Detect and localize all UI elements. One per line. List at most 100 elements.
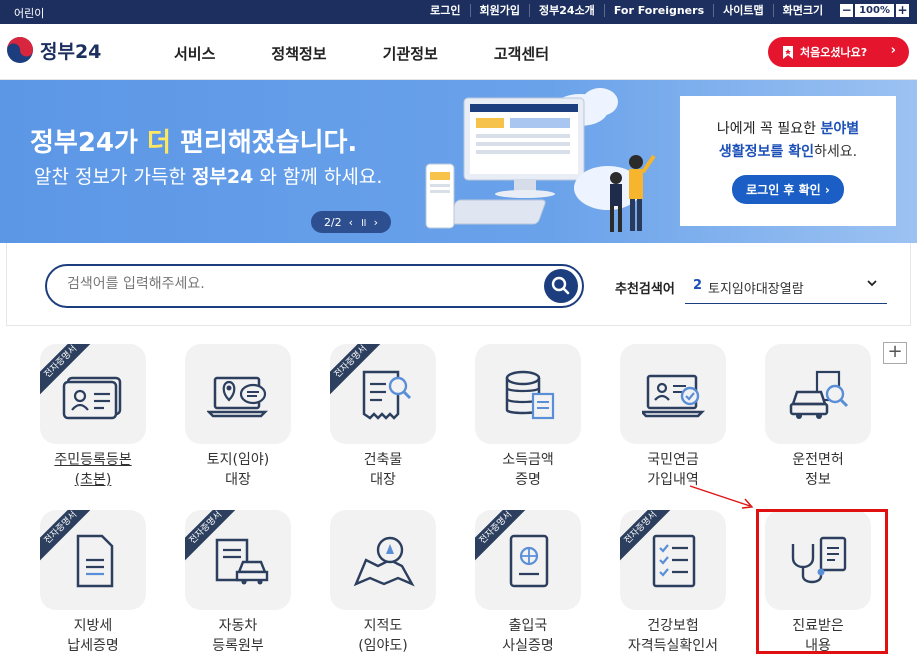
service-label-line2: 납세증명 [67,638,119,654]
zoom-value: 100% [855,4,894,17]
pager-next-button[interactable]: › [374,216,378,229]
kids-link[interactable]: 어린이 [14,5,44,21]
service-label-line1: 소득금액 [502,452,554,468]
pager-pause-button[interactable]: ॥ [360,215,367,230]
promo-line1: 나에게 꼭 필요한 분야별 [680,118,896,138]
signup-link[interactable]: 회원가입 [469,4,529,17]
main-nav: 서비스 정책정보 기관정보 고객센터 [174,43,605,64]
first-visit-label: 처음오셨나요? [800,46,868,59]
login-check-label: 로그인 후 확인 [746,183,821,197]
service-tile: 전자증명서 [40,344,146,444]
service-label-line2: 사실증명 [502,638,554,654]
service-label-line2: (임야도) [358,638,408,654]
service-tile [475,344,581,444]
chevron-down-icon [867,280,877,287]
nav-services[interactable]: 서비스 [174,43,215,64]
recommend-dropdown[interactable]: 2 토지임야대장열람 [685,268,887,304]
hero-banner: 정부24가 더 편리해졌습니다. 알찬 정보가 가득한 정부24 와 함께 하세… [0,80,917,243]
recommend-label: 추천검색어 [615,282,675,297]
subtitle-part: 알찬 정보가 가득한 [34,166,192,188]
service-tile: 전자증명서 [40,510,146,610]
promo-text: 나에게 꼭 필요한 [716,121,821,137]
service-label-line2: 대장 [370,472,396,488]
service-label-line1: 국민연금 [647,452,699,468]
promo-text: 하세요. [813,144,858,160]
service-tile: 전자증명서 [620,510,726,610]
laptop-location-icon [207,376,269,418]
pager-count: 2/2 [323,215,342,229]
service-label-line1: 토지(임야) [206,452,270,468]
service-label-line1: 건강보험 [647,618,699,634]
coins-document-icon [505,370,555,420]
promo-bold: 생활정보를 확인 [718,144,814,160]
chevron-right-icon: › [890,43,896,58]
document-icon [76,534,114,588]
banner-subtitle: 알찬 정보가 가득한 정부24 와 함께 하세요. [34,162,382,189]
chevron-right-icon: › [824,183,830,197]
zoom-out-button[interactable]: − [840,4,854,17]
service-label-line1: 지적도 [363,618,403,634]
service-tile: 전자증명서 [475,510,581,610]
service-tile [620,344,726,444]
logo-text: 정부24 [40,40,102,63]
login-link[interactable]: 로그인 [421,4,469,17]
first-visit-button[interactable]: 처음오셨나요? › [768,37,909,67]
headline-part: 정부24가 [30,128,147,158]
service-label: 건축물 대장 [318,450,448,490]
service-label-line1: 주민등록등본 [54,452,132,468]
service-tile: 전자증명서 [330,344,436,444]
service-tile [765,344,871,444]
map-compass-icon [353,536,415,587]
document-search-icon [362,370,412,420]
service-label-line1: 지방세 [73,618,113,634]
login-check-button[interactable]: 로그인 후 확인 › [732,175,844,204]
id-card-icon [62,376,122,420]
utility-bar: 어린이 로그인 회원가입 정부24소개 For Foreigners 사이트맵 … [0,0,917,24]
service-label: 운전면허 정보 [753,450,883,490]
service-label-line2: 증명 [515,472,541,488]
main-header: 정부24 서비스 정책정보 기관정보 고객센터 처음오셨나요? › [0,24,917,80]
banner-pager: 2/2 ‹ ॥ › [311,211,391,233]
foreigners-link[interactable]: For Foreigners [603,4,713,17]
service-label: 자동차 등록원부 [173,616,303,656]
subtitle-part: 와 함께 하세요. [253,166,383,188]
checklist-icon [652,534,696,588]
service-label: 출입국 사실증명 [463,616,593,656]
search-panel: 추천검색어 2 토지임야대장열람 [6,243,911,326]
service-label-line1: 건축물 [363,452,403,468]
sitemap-link[interactable]: 사이트맵 [713,4,772,17]
service-label: 소득금액 증명 [463,450,593,490]
more-services-button[interactable]: + [883,342,907,364]
service-label-line2: 자격득실확인서 [627,638,719,654]
nav-support[interactable]: 고객센터 [494,43,549,64]
taegeuk-logo-icon [7,37,33,63]
promo-card: 나에게 꼭 필요한 분야별 생활정보를 확인하세요. 로그인 후 확인 › [680,96,896,226]
recommend-keyword[interactable]: 토지임야대장열람 [708,278,804,297]
service-label-line1: 출입국 [508,618,548,634]
bookmark-icon [783,45,793,59]
service-label: 건강보험 자격득실확인서 [608,616,738,656]
about-link[interactable]: 정부24소개 [529,4,604,17]
service-label-line2: (초본) [74,472,112,488]
site-logo[interactable]: 정부24 [6,36,101,64]
subtitle-bold: 정부24 [191,166,254,188]
pager-prev-button[interactable]: ‹ [349,216,353,229]
search-button[interactable] [544,269,578,303]
service-tile: 전자증명서 [185,510,291,610]
service-label: 토지(임야) 대장 [173,450,303,490]
search-input[interactable] [67,276,527,292]
zoom-label: 화면크기 [772,4,832,17]
service-tile [330,510,436,610]
promo-bold: 분야별 [820,121,860,137]
banner-headline: 정부24가 더 편리해졌습니다. [30,122,357,159]
headline-highlight: 더 [147,128,171,158]
zoom-in-button[interactable]: + [896,4,909,17]
nav-policy[interactable]: 정책정보 [271,43,326,64]
car-search-icon [789,370,849,419]
laptop-id-check-icon [642,374,706,418]
annotation-arrow-icon [689,485,754,509]
passport-icon [509,534,549,588]
nav-agency[interactable]: 기관정보 [383,43,438,64]
vehicle-document-icon [215,538,269,585]
promo-line2: 생활정보를 확인하세요. [680,141,896,161]
